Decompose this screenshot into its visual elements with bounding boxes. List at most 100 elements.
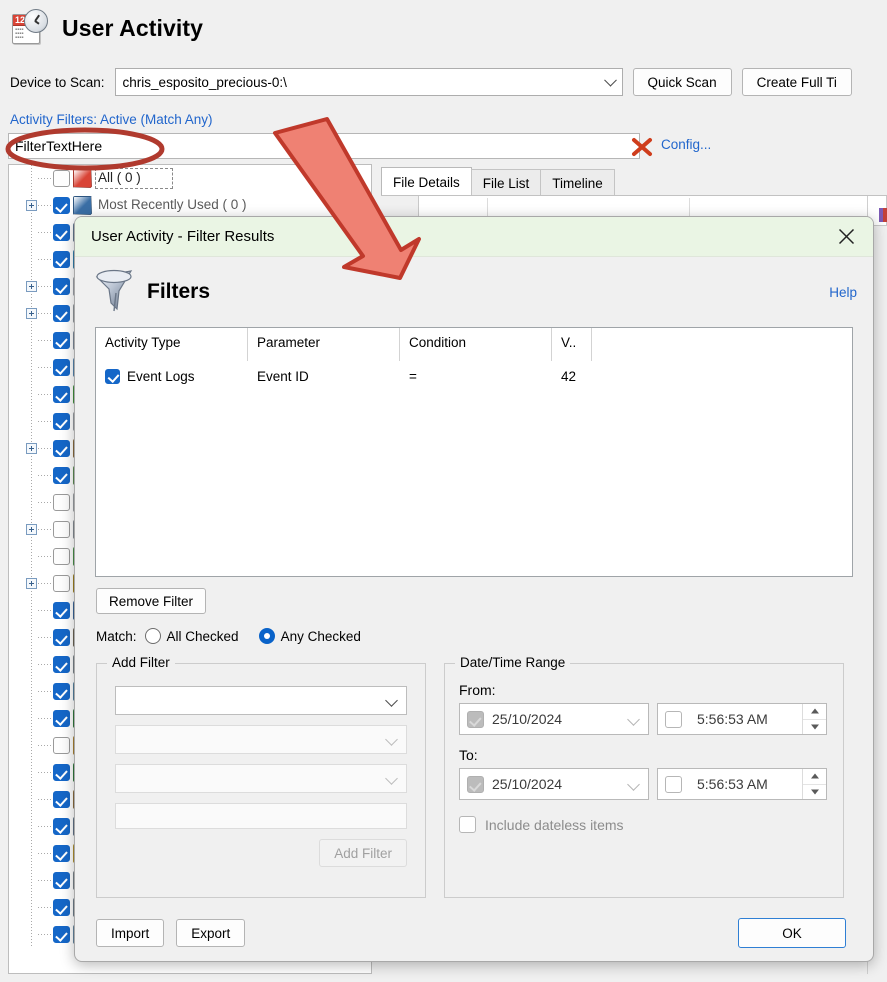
tree-item-checkbox[interactable] xyxy=(53,305,70,322)
tree-item-checkbox[interactable] xyxy=(53,845,70,862)
tree-item-checkbox[interactable] xyxy=(53,737,70,754)
match-option-any-checked[interactable]: Any Checked xyxy=(258,628,361,644)
tree-guide-line xyxy=(31,327,32,354)
tree-item-checkbox[interactable] xyxy=(53,926,70,943)
tree-item-checkbox[interactable] xyxy=(53,251,70,268)
create-full-timeline-button[interactable]: Create Full Ti xyxy=(741,68,852,96)
tree-item-checkbox[interactable] xyxy=(53,683,70,700)
help-link[interactable]: Help xyxy=(829,285,857,300)
include-dateless-row[interactable]: Include dateless items xyxy=(459,816,843,833)
tree-item-checkbox[interactable] xyxy=(53,494,70,511)
from-date-enable-checkbox[interactable] xyxy=(467,710,484,728)
match-option-all-checked[interactable]: All Checked xyxy=(144,628,239,644)
filters-grid[interactable]: Activity Type Parameter Condition V.. Ev… xyxy=(95,327,853,577)
tree-item-checkbox[interactable] xyxy=(53,575,70,592)
funnel-icon xyxy=(95,269,137,315)
tree-connector xyxy=(38,232,52,233)
tree-guide-line xyxy=(31,678,32,705)
filter-text-input[interactable]: FilterTextHere xyxy=(8,133,640,159)
expand-plus-icon[interactable] xyxy=(26,308,37,319)
tree-item-checkbox[interactable] xyxy=(53,224,70,241)
tree-connector xyxy=(38,583,52,584)
add-filter-group: Add Filter Add Filter xyxy=(96,655,426,898)
tree-item-checkbox[interactable] xyxy=(53,899,70,916)
to-date-picker[interactable]: 25/10/2024 xyxy=(459,768,649,800)
tree-guide-line xyxy=(31,489,32,516)
tree-item-checkbox[interactable] xyxy=(53,413,70,430)
tree-guide-line xyxy=(31,840,32,867)
radio-any-checked[interactable] xyxy=(258,628,275,644)
tree-item-checkbox[interactable] xyxy=(53,791,70,808)
to-time-spinner[interactable] xyxy=(802,769,826,799)
tree-item-0[interactable]: All ( 0 ) xyxy=(9,165,371,192)
expand-plus-icon[interactable] xyxy=(26,524,37,535)
tree-item-label: Most Recently Used ( 0 ) xyxy=(98,197,247,212)
expand-plus-icon[interactable] xyxy=(26,281,37,292)
from-date-picker[interactable]: 25/10/2024 xyxy=(459,703,649,735)
cell-activity-type[interactable]: Event Logs xyxy=(96,368,248,384)
tree-item-checkbox[interactable] xyxy=(53,278,70,295)
radio-all-checked[interactable] xyxy=(144,628,161,644)
from-time-spinner[interactable] xyxy=(802,704,826,734)
to-date-enable-checkbox[interactable] xyxy=(467,775,484,793)
to-time-enable-checkbox[interactable] xyxy=(665,775,682,793)
tree-item-checkbox[interactable] xyxy=(53,332,70,349)
tree-guide-line xyxy=(31,867,32,894)
tree-item-1[interactable]: Most Recently Used ( 0 ) xyxy=(9,192,371,219)
column-value[interactable]: V.. xyxy=(552,328,592,361)
tree-item-checkbox[interactable] xyxy=(53,602,70,619)
tree-item-checkbox[interactable] xyxy=(53,440,70,457)
tree-item-checkbox[interactable] xyxy=(53,521,70,538)
to-time-stepper[interactable]: 5:56:53 AM xyxy=(657,768,827,800)
config-link[interactable]: Config... xyxy=(661,137,711,152)
tree-item-checkbox[interactable] xyxy=(53,710,70,727)
tree-item-checkbox[interactable] xyxy=(53,629,70,646)
tree-item-checkbox[interactable] xyxy=(53,170,70,187)
tree-connector xyxy=(38,259,52,260)
tree-item-checkbox[interactable] xyxy=(53,359,70,376)
expand-plus-icon[interactable] xyxy=(26,578,37,589)
row-checkbox[interactable] xyxy=(105,368,120,384)
dialog-title: User Activity - Filter Results xyxy=(91,228,275,245)
expand-plus-icon[interactable] xyxy=(26,443,37,454)
add-filter-button[interactable]: Add Filter xyxy=(319,839,407,867)
red-x-clear-icon[interactable] xyxy=(630,136,654,158)
add-filter-value-input[interactable] xyxy=(115,803,407,829)
tree-item-checkbox[interactable] xyxy=(53,548,70,565)
expand-plus-icon[interactable] xyxy=(26,200,37,211)
tree-guide-line xyxy=(31,705,32,732)
tab-timeline[interactable]: Timeline xyxy=(540,169,615,196)
tree-item-checkbox[interactable] xyxy=(53,656,70,673)
add-filter-activity-select[interactable] xyxy=(115,686,407,715)
table-row[interactable]: Event Logs Event ID = 42 xyxy=(96,361,852,391)
add-filter-parameter-select[interactable] xyxy=(115,725,407,754)
column-parameter[interactable]: Parameter xyxy=(248,328,400,361)
add-filter-condition-select[interactable] xyxy=(115,764,407,793)
tree-item-checkbox[interactable] xyxy=(53,197,70,214)
close-x-icon[interactable] xyxy=(831,222,861,252)
include-dateless-checkbox[interactable] xyxy=(459,816,476,833)
tab-file-list[interactable]: File List xyxy=(470,169,542,196)
tree-item-checkbox[interactable] xyxy=(53,818,70,835)
tree-item-checkbox[interactable] xyxy=(53,467,70,484)
quick-scan-button[interactable]: Quick Scan xyxy=(632,68,732,96)
tab-file-details[interactable]: File Details xyxy=(381,167,472,196)
column-condition[interactable]: Condition xyxy=(400,328,552,361)
column-activity-type[interactable]: Activity Type xyxy=(96,328,248,361)
tree-item-checkbox[interactable] xyxy=(53,872,70,889)
tree-item-checkbox[interactable] xyxy=(53,764,70,781)
ok-button[interactable]: OK xyxy=(738,918,846,948)
from-time-enable-checkbox[interactable] xyxy=(665,710,682,728)
page-title: User Activity xyxy=(62,14,204,41)
import-button[interactable]: Import xyxy=(96,919,165,947)
from-time-stepper[interactable]: 5:56:53 AM xyxy=(657,703,827,735)
export-button[interactable]: Export xyxy=(176,919,246,947)
activity-filters-link[interactable]: Activity Filters: Active (Match Any) xyxy=(10,112,213,127)
device-select[interactable]: chris_esposito_precious-0:\ xyxy=(114,68,623,96)
tree-connector xyxy=(38,718,52,719)
cell-parameter: Event ID xyxy=(257,368,309,384)
tree-connector xyxy=(38,286,52,287)
remove-filter-button[interactable]: Remove Filter xyxy=(96,588,207,614)
tree-connector xyxy=(38,394,52,395)
tree-item-checkbox[interactable] xyxy=(53,386,70,403)
